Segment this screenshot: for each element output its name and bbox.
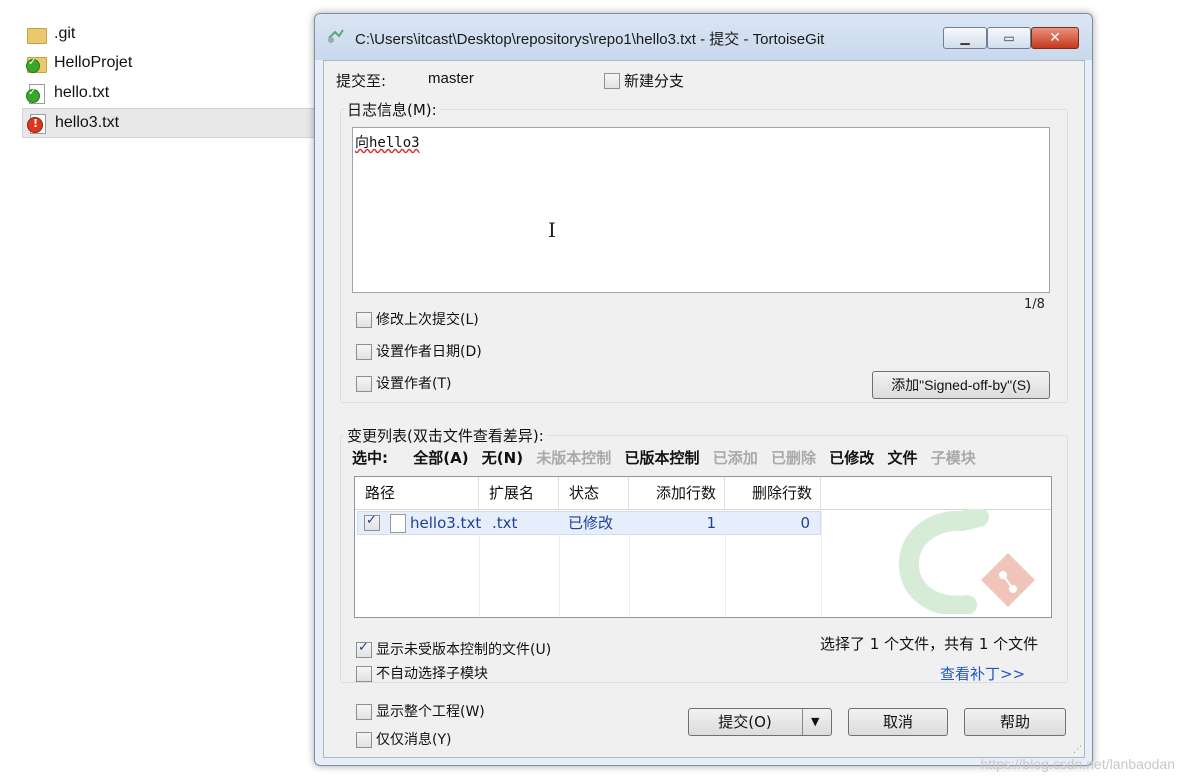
- file-name: .git: [54, 25, 76, 42]
- new-branch-label: 新建分支: [624, 72, 685, 90]
- dialog-client-area: 提交至: master 新建分支 日志信息(M): 向hello3 I 1/8 …: [323, 60, 1085, 758]
- file-item-hello3-txt[interactable]: hello3.txt: [22, 108, 322, 138]
- changes-table[interactable]: 路径 扩展名 状态 添加行数 删除行数 hello3.txt .txt 已修改 …: [354, 476, 1052, 618]
- set-author-checkbox[interactable]: [356, 376, 372, 392]
- branch-name: master: [428, 70, 474, 87]
- maximize-button[interactable]: ▭: [987, 27, 1031, 49]
- col-header-deleted[interactable]: 删除行数: [725, 477, 821, 509]
- file-name: HelloProjet: [54, 54, 133, 71]
- file-clean-icon: [26, 83, 46, 104]
- folder-clean-icon: [26, 53, 47, 73]
- selection-info: 选择了 1 个文件，共有 1 个文件: [820, 635, 1039, 653]
- set-date-label: 设置作者日期(D): [376, 344, 482, 360]
- text-cursor-icon: I: [548, 218, 556, 242]
- close-icon: ✕: [1049, 30, 1061, 46]
- filter-submodules: 子模块: [930, 449, 976, 467]
- row-path: hello3.txt: [410, 514, 482, 532]
- explorer-file-list: .git HelloProjet hello.txt hello3.txt: [0, 0, 322, 782]
- signoff-button[interactable]: 添加"Signed-off-by"(S): [872, 371, 1050, 399]
- file-modified-icon: [27, 113, 47, 134]
- resize-grip-icon[interactable]: ⋰: [1073, 745, 1082, 755]
- filter-row: 选中: 全部(A) 无(N) 未版本控制 已版本控制 已添加 已删除 已修改 文…: [352, 447, 984, 468]
- col-header-ext[interactable]: 扩展名: [479, 477, 559, 509]
- maximize-icon: ▭: [1003, 31, 1015, 45]
- row-checkbox[interactable]: [364, 513, 380, 531]
- view-patch-link[interactable]: 查看补丁>>: [940, 663, 1025, 684]
- title-bar[interactable]: C:\Users\itcast\Desktop\repositorys\repo…: [315, 14, 1092, 60]
- cancel-button[interactable]: 取消: [848, 708, 948, 736]
- commit-dropdown-button[interactable]: ▼: [802, 709, 831, 735]
- text-file-icon: [390, 514, 406, 533]
- changes-group-label: 变更列表(双击文件查看差异):: [344, 425, 547, 446]
- minimize-button[interactable]: ▁: [943, 27, 987, 49]
- file-item-hello-txt[interactable]: hello.txt: [26, 79, 326, 107]
- message-textarea[interactable]: 向hello3 I: [352, 127, 1050, 293]
- message-group-label: 日志信息(M):: [344, 99, 440, 120]
- amend-label: 修改上次提交(L): [376, 312, 479, 328]
- file-name: hello3.txt: [55, 114, 120, 131]
- window-title: C:\Users\itcast\Desktop\repositorys\repo…: [355, 31, 825, 48]
- message-text: 向hello3: [355, 135, 420, 151]
- help-button[interactable]: 帮助: [964, 708, 1066, 736]
- file-item-helloprojet[interactable]: HelloProjet: [26, 49, 326, 77]
- message-only-label: 仅仅消息(Y): [376, 732, 452, 748]
- col-header-status[interactable]: 状态: [559, 477, 629, 509]
- folder-icon: [26, 24, 47, 44]
- tortoisegit-icon: [328, 29, 344, 43]
- select-label: 选中:: [352, 449, 388, 467]
- commit-button[interactable]: 提交(O) ▼: [688, 708, 832, 736]
- show-unversioned-checkbox[interactable]: [356, 640, 372, 658]
- row-status: 已修改: [568, 514, 614, 532]
- amend-checkbox[interactable]: [356, 312, 372, 328]
- filter-unversioned: 未版本控制: [536, 449, 612, 467]
- filter-modified[interactable]: 已修改: [829, 449, 874, 467]
- message-only-checkbox[interactable]: [356, 732, 372, 748]
- dropdown-arrow-icon: ▼: [811, 715, 820, 728]
- commit-to-label: 提交至:: [336, 72, 387, 90]
- minimize-icon: ▁: [960, 31, 970, 45]
- col-header-added[interactable]: 添加行数: [629, 477, 725, 509]
- tortoisegit-logo: [898, 509, 1035, 614]
- table-header: 路径 扩展名 状态 添加行数 删除行数: [355, 477, 1051, 510]
- set-date-checkbox[interactable]: [356, 344, 372, 360]
- no-autoselect-checkbox[interactable]: [356, 666, 372, 682]
- file-name: hello.txt: [54, 84, 110, 101]
- message-counter: 1/8: [1024, 297, 1045, 312]
- new-branch-checkbox[interactable]: [604, 73, 620, 89]
- row-ext: .txt: [492, 514, 518, 532]
- filter-deleted: 已删除: [771, 449, 817, 467]
- row-deleted: 0: [800, 514, 810, 532]
- filter-files[interactable]: 文件: [888, 449, 918, 467]
- table-row[interactable]: hello3.txt .txt 已修改 1 0: [357, 511, 821, 535]
- file-item-git[interactable]: .git: [26, 20, 326, 48]
- site-watermark: https://blog.csdn.net/lanbaodan: [980, 756, 1175, 772]
- no-autoselect-label: 不自动选择子模块: [376, 666, 488, 682]
- filter-none[interactable]: 无(N): [482, 449, 523, 467]
- row-added: 1: [706, 514, 716, 532]
- show-unversioned-label: 显示未受版本控制的文件(U): [376, 642, 552, 658]
- commit-dialog: C:\Users\itcast\Desktop\repositorys\repo…: [314, 13, 1093, 766]
- col-header-path[interactable]: 路径: [355, 477, 479, 509]
- close-button[interactable]: ✕: [1031, 27, 1079, 49]
- filter-versioned[interactable]: 已版本控制: [625, 449, 700, 467]
- filter-all[interactable]: 全部(A): [413, 449, 468, 467]
- show-whole-project-checkbox[interactable]: [356, 704, 372, 720]
- show-whole-project-label: 显示整个工程(W): [376, 704, 485, 720]
- commit-button-label: 提交(O): [718, 713, 772, 731]
- filter-added: 已添加: [712, 449, 758, 467]
- set-author-label: 设置作者(T): [376, 376, 452, 392]
